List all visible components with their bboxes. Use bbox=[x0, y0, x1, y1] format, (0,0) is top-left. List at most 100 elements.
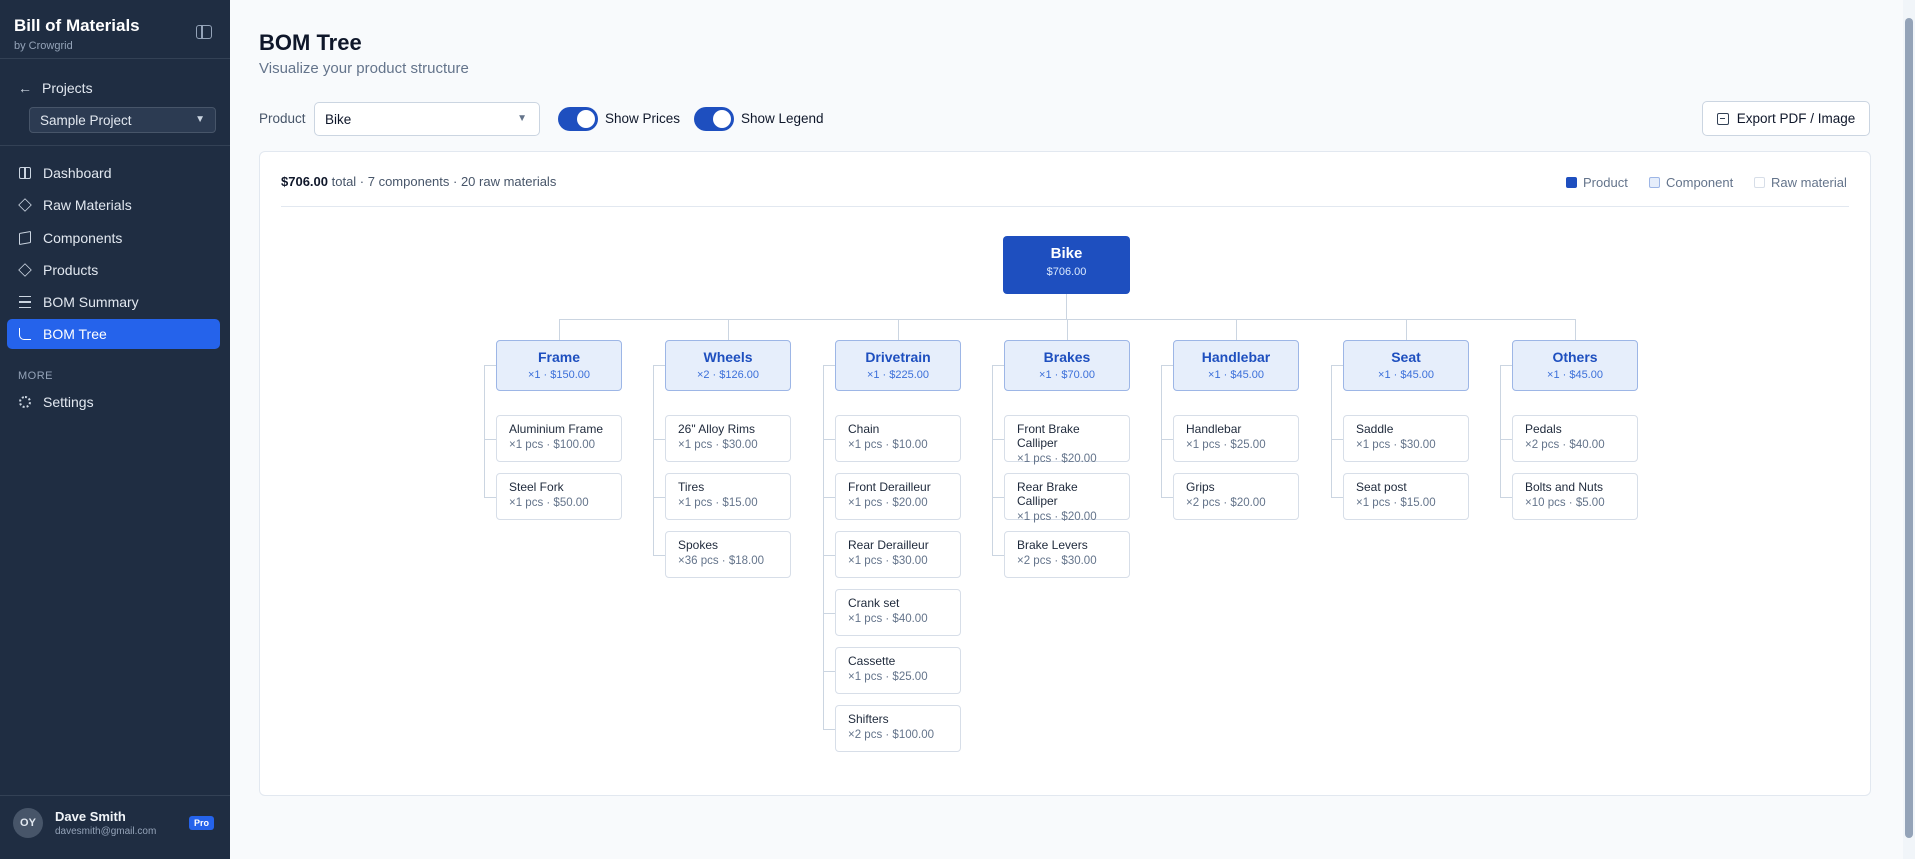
sidebar-item-bom-summary[interactable]: BOM Summary bbox=[7, 287, 220, 317]
tree-connector bbox=[992, 497, 1004, 498]
tree-raw-material[interactable]: Grips ×2 pcs · $20.00 bbox=[1173, 473, 1299, 520]
tree-connector bbox=[1161, 365, 1162, 497]
sidebar-item-settings[interactable]: Settings bbox=[7, 387, 220, 417]
tree-raw-material[interactable]: 26" Alloy Rims ×1 pcs · $30.00 bbox=[665, 415, 791, 462]
legend-label: Component bbox=[1666, 175, 1734, 190]
tree-raw-material[interactable]: Front Brake Calliper ×1 pcs · $20.00 bbox=[1004, 415, 1130, 465]
brand-subtitle: by Crowgrid bbox=[14, 40, 73, 52]
tree-raw-material[interactable]: Brake Levers ×2 pcs · $30.00 bbox=[1004, 531, 1130, 578]
tree-raw-material[interactable]: Seat post ×1 pcs · $15.00 bbox=[1343, 473, 1469, 520]
legend-swatch bbox=[1566, 177, 1577, 188]
tree-component-frame[interactable]: Frame ×1 · $150.00 bbox=[496, 340, 622, 391]
tree-connector bbox=[823, 365, 824, 729]
projects-label: Projects bbox=[42, 80, 93, 96]
tree-raw-material[interactable]: Shifters ×2 pcs · $100.00 bbox=[835, 705, 961, 752]
dashboard-icon bbox=[19, 167, 31, 179]
show-prices-toggle[interactable] bbox=[558, 107, 598, 131]
tree-component-brakes[interactable]: Brakes ×1 · $70.00 bbox=[1004, 340, 1130, 391]
scrollbar[interactable] bbox=[1903, 0, 1915, 859]
component-name: Others bbox=[1552, 349, 1598, 365]
projects-back-link[interactable]: ← Projects bbox=[18, 80, 93, 96]
legend-raw-material: Raw material bbox=[1754, 175, 1847, 190]
tree-component-handlebar[interactable]: Handlebar ×1 · $45.00 bbox=[1173, 340, 1299, 391]
sidebar-item-products[interactable]: Products bbox=[7, 255, 220, 285]
tree-connector bbox=[1331, 439, 1343, 440]
tree-raw-material[interactable]: Spokes ×36 pcs · $18.00 bbox=[665, 531, 791, 578]
tree-connector bbox=[1500, 439, 1512, 440]
tree-raw-material[interactable]: Crank set ×1 pcs · $40.00 bbox=[835, 589, 961, 636]
component-name: Wheels bbox=[703, 349, 753, 365]
component-meta: ×1 · $225.00 bbox=[866, 369, 930, 381]
root-price: $706.00 bbox=[1046, 266, 1087, 278]
raw-material-name: Saddle bbox=[1356, 422, 1394, 436]
raw-material-meta: ×1 pcs · $30.00 bbox=[848, 555, 928, 567]
raw-material-name: Tires bbox=[678, 480, 705, 494]
export-button[interactable]: Export PDF / Image bbox=[1702, 101, 1870, 136]
tree-raw-material[interactable]: Aluminium Frame ×1 pcs · $100.00 bbox=[496, 415, 622, 462]
tree-raw-material[interactable]: Tires ×1 pcs · $15.00 bbox=[665, 473, 791, 520]
component-meta: ×2 · $126.00 bbox=[696, 369, 760, 381]
sidebar-item-components[interactable]: Components bbox=[7, 223, 220, 253]
raw-material-meta: ×1 pcs · $10.00 bbox=[848, 439, 928, 451]
gear-icon bbox=[19, 396, 31, 408]
tree-raw-material[interactable]: Rear Brake Calliper ×1 pcs · $20.00 bbox=[1004, 473, 1130, 523]
chevron-down-icon: ▼ bbox=[195, 114, 205, 125]
tree-raw-material[interactable]: Bolts and Nuts ×10 pcs · $5.00 bbox=[1512, 473, 1638, 520]
user-profile[interactable]: OY Dave Smith davesmith@gmail.com bbox=[13, 808, 156, 838]
component-meta: ×1 · $45.00 bbox=[1208, 369, 1264, 381]
tree-connector bbox=[823, 555, 835, 556]
product-select[interactable]: Bike ▼ bbox=[314, 102, 540, 136]
tree-connector bbox=[484, 439, 496, 440]
raw-material-name: Front Derailleur bbox=[848, 480, 931, 494]
tree-component-others[interactable]: Others ×1 · $45.00 bbox=[1512, 340, 1638, 391]
scrollbar-thumb[interactable] bbox=[1905, 18, 1913, 838]
chevron-down-icon: ▼ bbox=[517, 113, 527, 124]
tree-connector bbox=[1161, 497, 1173, 498]
tree-component-drivetrain[interactable]: Drivetrain ×1 · $225.00 bbox=[835, 340, 961, 391]
raw-material-name: Pedals bbox=[1525, 422, 1562, 436]
tree-connector bbox=[1406, 319, 1407, 340]
sidebar-item-raw-materials[interactable]: Raw Materials bbox=[7, 190, 220, 220]
tree-connector bbox=[1331, 365, 1332, 497]
sidebar-toggle-icon[interactable] bbox=[196, 25, 212, 39]
box-icon bbox=[18, 198, 32, 212]
tree-raw-material[interactable]: Rear Derailleur ×1 pcs · $30.00 bbox=[835, 531, 961, 578]
tree-connector bbox=[1066, 294, 1067, 319]
tree-raw-material[interactable]: Steel Fork ×1 pcs · $50.00 bbox=[496, 473, 622, 520]
tree-root-product[interactable]: Bike $706.00 bbox=[1003, 236, 1130, 294]
project-select[interactable]: Sample Project ▼ bbox=[29, 107, 216, 133]
sidebar-item-dashboard[interactable]: Dashboard bbox=[7, 158, 220, 188]
raw-material-meta: ×36 pcs · $18.00 bbox=[678, 555, 764, 567]
tree-raw-material[interactable]: Cassette ×1 pcs · $25.00 bbox=[835, 647, 961, 694]
tree-component-wheels[interactable]: Wheels ×2 · $126.00 bbox=[665, 340, 791, 391]
tree-connector bbox=[992, 555, 1004, 556]
summary-total: $706.00 bbox=[281, 174, 328, 189]
tree-raw-material[interactable]: Pedals ×2 pcs · $40.00 bbox=[1512, 415, 1638, 462]
tree-connector bbox=[484, 365, 496, 366]
tree-connector bbox=[1331, 497, 1343, 498]
raw-material-name: Handlebar bbox=[1186, 422, 1242, 436]
tree-raw-material[interactable]: Chain ×1 pcs · $10.00 bbox=[835, 415, 961, 462]
tree-component-seat[interactable]: Seat ×1 · $45.00 bbox=[1343, 340, 1469, 391]
raw-material-meta: ×2 pcs · $20.00 bbox=[1186, 497, 1266, 509]
component-meta: ×1 · $70.00 bbox=[1039, 369, 1095, 381]
tree-connector bbox=[992, 439, 1004, 440]
tree-raw-material[interactable]: Front Derailleur ×1 pcs · $20.00 bbox=[835, 473, 961, 520]
tree-raw-material[interactable]: Handlebar ×1 pcs · $25.00 bbox=[1173, 415, 1299, 462]
raw-material-name: Front Brake Calliper bbox=[1017, 422, 1080, 450]
arrow-left-icon: ← bbox=[18, 80, 32, 96]
raw-material-name: Crank set bbox=[848, 596, 900, 610]
sidebar-item-bom-tree[interactable]: BOM Tree bbox=[7, 319, 220, 349]
summary-counts: total · 7 components · 20 raw materials bbox=[328, 174, 557, 189]
raw-material-meta: ×1 pcs · $100.00 bbox=[509, 439, 595, 451]
raw-material-meta: ×1 pcs · $25.00 bbox=[1186, 439, 1266, 451]
bom-summary-line: $706.00 total · 7 components · 20 raw ma… bbox=[281, 174, 556, 189]
sidebar-divider bbox=[0, 58, 230, 59]
tree-connector bbox=[653, 555, 665, 556]
sidebar-item-label: BOM Summary bbox=[43, 294, 139, 310]
sidebar-item-label: Products bbox=[43, 262, 99, 278]
tree-raw-material[interactable]: Saddle ×1 pcs · $30.00 bbox=[1343, 415, 1469, 462]
product-label: Product bbox=[259, 111, 306, 126]
raw-material-meta: ×1 pcs · $20.00 bbox=[1017, 511, 1097, 523]
show-legend-toggle[interactable] bbox=[694, 107, 734, 131]
